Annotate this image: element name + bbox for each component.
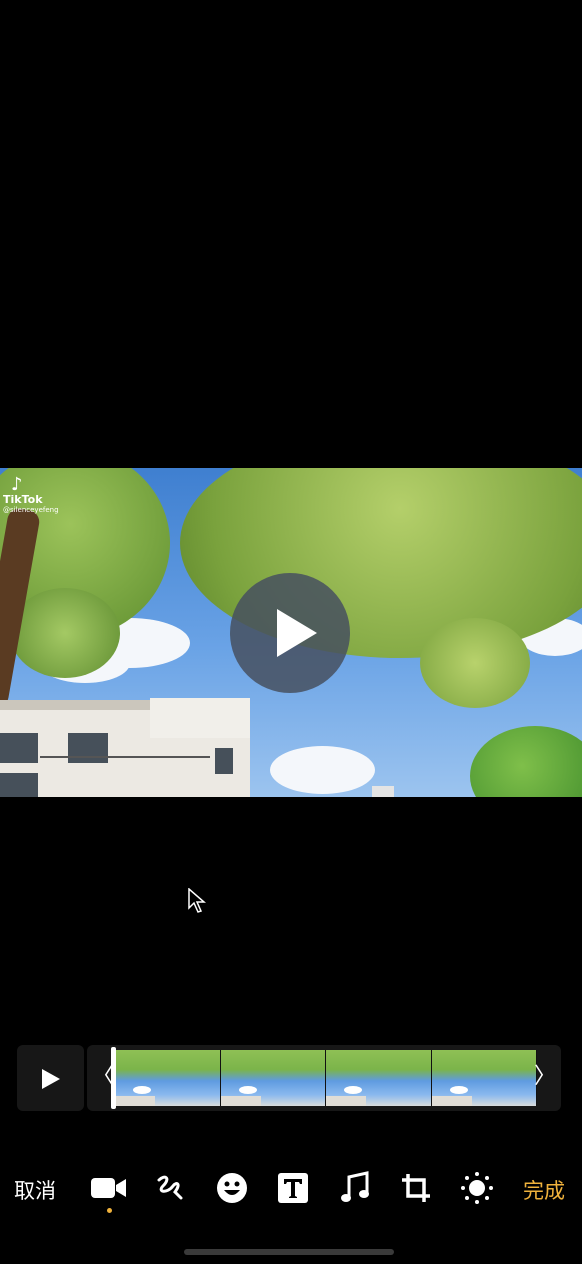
thumbnail-strip[interactable] — [115, 1050, 537, 1106]
video-camera-icon — [91, 1178, 126, 1198]
edit-toolbar: 取消 完成 — [0, 1160, 582, 1216]
timeline-play-button[interactable] — [17, 1045, 84, 1111]
selected-indicator — [107, 1208, 112, 1213]
frame-thumbnail — [431, 1050, 537, 1106]
cancel-button[interactable]: 取消 — [14, 1175, 56, 1205]
brightness-icon — [461, 1172, 493, 1204]
video-play-button[interactable] — [230, 573, 350, 693]
building — [0, 698, 250, 797]
video-preview[interactable]: ♪ TikTok @silenceyefeng — [0, 468, 582, 797]
tiktok-note-icon: ♪ — [11, 474, 23, 495]
crop-tool-button[interactable] — [396, 1170, 436, 1206]
watermark-brand: TikTok — [3, 493, 43, 506]
text-tool-button[interactable] — [273, 1170, 313, 1206]
home-indicator[interactable] — [184, 1249, 394, 1255]
watermark-handle: @silenceyefeng — [3, 506, 59, 514]
markup-tool-button[interactable] — [150, 1170, 190, 1206]
video-tool-button[interactable] — [89, 1170, 129, 1206]
text-icon — [278, 1173, 308, 1203]
adjust-tool-button[interactable] — [457, 1170, 497, 1206]
crop-icon — [402, 1174, 430, 1202]
play-icon — [277, 609, 317, 657]
music-note-icon — [341, 1171, 369, 1202]
frame-thumbnail — [220, 1050, 326, 1106]
timeline-scrubber[interactable]: 〈 〉 — [87, 1045, 561, 1111]
emoji-tool-button[interactable] — [212, 1170, 252, 1206]
playhead[interactable] — [111, 1047, 116, 1109]
emoji-icon — [217, 1173, 247, 1203]
trim-handle-right[interactable]: 〉 — [534, 1063, 556, 1091]
tiktok-watermark: ♪ TikTok @silenceyefeng — [3, 476, 59, 515]
mouse-cursor-icon — [188, 887, 207, 918]
play-icon — [42, 1069, 60, 1089]
frame-thumbnail — [326, 1050, 432, 1106]
done-button[interactable]: 完成 — [523, 1175, 565, 1205]
markup-icon — [157, 1175, 183, 1200]
frame-thumbnail — [115, 1050, 221, 1106]
music-tool-button[interactable] — [335, 1170, 375, 1206]
